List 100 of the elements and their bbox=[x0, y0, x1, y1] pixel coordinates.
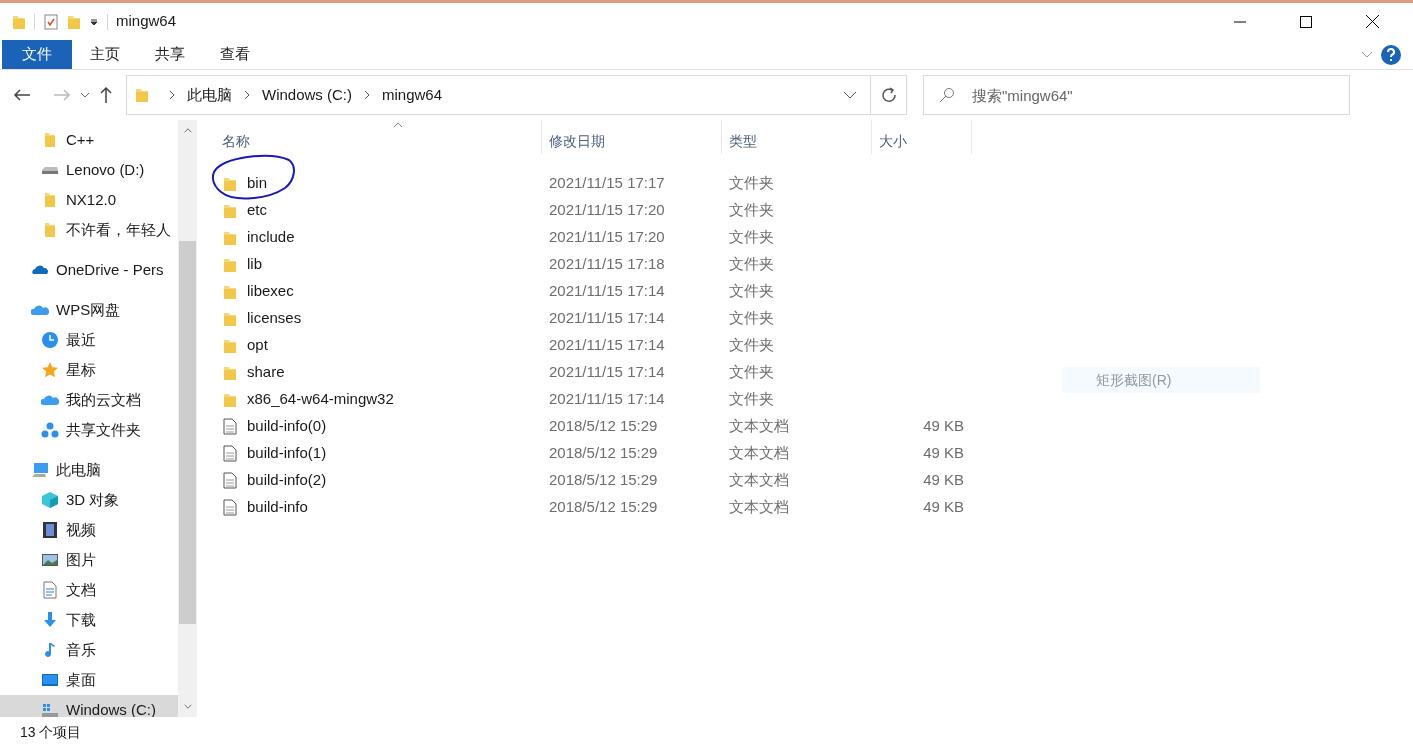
sidebar-item[interactable]: 音乐 bbox=[0, 635, 178, 665]
type-cell-text: 文件夹 bbox=[728, 173, 775, 194]
sidebar-item[interactable]: 文档 bbox=[0, 575, 178, 605]
file-name[interactable]: x86_64-w64-mingw32 bbox=[247, 388, 394, 411]
file-name[interactable]: share bbox=[247, 361, 285, 384]
file-name[interactable]: build-info(1) bbox=[247, 442, 327, 465]
folder-icon bbox=[135, 87, 149, 103]
file-name[interactable]: licenses bbox=[247, 307, 302, 330]
back-icon[interactable] bbox=[12, 87, 32, 103]
type-cell-text: 文件夹 bbox=[728, 362, 775, 383]
sidebar-item[interactable]: WPS网盘 bbox=[0, 295, 178, 325]
sidebar-item[interactable]: 不许看，年轻人 bbox=[0, 215, 178, 245]
type-cell-text: 文本文档 bbox=[728, 443, 790, 464]
clock-icon bbox=[41, 331, 59, 349]
type-cell-text: 文件夹 bbox=[728, 308, 775, 329]
folder-icon bbox=[223, 337, 237, 354]
sidebar-item[interactable]: 此电脑 bbox=[0, 455, 178, 485]
sidebar-item[interactable]: 图片 bbox=[0, 545, 178, 575]
breadcrumb-item[interactable]: Windows (C:) bbox=[262, 83, 352, 107]
properties-icon[interactable] bbox=[43, 13, 59, 30]
scroll-down-icon[interactable] bbox=[182, 704, 193, 709]
date-cell-text: 2021/11/15 17:14 bbox=[548, 389, 666, 410]
folder-icon bbox=[12, 13, 26, 30]
sidebar-item[interactable]: NX12.0 bbox=[0, 185, 178, 215]
date-cell-text: 2021/11/15 17:17 bbox=[548, 173, 666, 194]
sidebar-item[interactable]: Lenovo (D:) bbox=[0, 155, 178, 185]
sidebar-item[interactable]: 我的云文档 bbox=[0, 385, 178, 415]
computer-icon bbox=[31, 461, 49, 479]
date-cell-text: 2021/11/15 17:20 bbox=[548, 200, 666, 221]
file-name[interactable]: lib bbox=[247, 253, 262, 276]
ribbon-tab[interactable]: 文件 bbox=[2, 40, 72, 69]
chevron-right-icon[interactable] bbox=[169, 90, 175, 100]
ribbon-tab[interactable]: 共享 bbox=[137, 40, 202, 69]
folder-icon bbox=[223, 202, 237, 219]
minimize-icon bbox=[1234, 20, 1246, 23]
file-name[interactable]: libexec bbox=[247, 280, 294, 303]
sidebar-item[interactable]: 视频 bbox=[0, 515, 178, 545]
drive-icon bbox=[41, 166, 59, 174]
close-icon bbox=[1365, 15, 1379, 28]
sidebar-item[interactable]: 下载 bbox=[0, 605, 178, 635]
column-header[interactable]: 类型 bbox=[722, 120, 872, 154]
desktop-icon bbox=[41, 671, 59, 689]
file-name[interactable]: include bbox=[247, 226, 295, 249]
text-file-icon bbox=[223, 499, 237, 516]
type-cell-text: 文件夹 bbox=[728, 389, 775, 410]
breadcrumb-item[interactable]: 此电脑 bbox=[187, 83, 232, 107]
type-cell-text: 文件夹 bbox=[728, 281, 775, 302]
chevron-right-icon[interactable] bbox=[364, 90, 370, 100]
new-folder-icon bbox=[67, 13, 81, 30]
folder-icon bbox=[223, 364, 237, 381]
breadcrumb-item[interactable]: mingw64 bbox=[382, 83, 443, 107]
caret-icon[interactable] bbox=[89, 16, 99, 27]
sidebar-item[interactable]: C++ bbox=[0, 125, 178, 155]
folder-icon bbox=[223, 283, 237, 300]
file-name[interactable]: build-info(0) bbox=[247, 415, 327, 438]
type-cell-text: 文件夹 bbox=[728, 335, 775, 356]
sidebar-item[interactable]: 最近 bbox=[0, 325, 178, 355]
scrollbar[interactable] bbox=[178, 120, 197, 717]
folder-icon bbox=[223, 229, 237, 246]
chevron-down-icon[interactable] bbox=[80, 91, 90, 99]
folder-icon bbox=[223, 175, 237, 192]
column-header[interactable]: 大小 bbox=[872, 120, 972, 154]
image-icon bbox=[41, 551, 59, 569]
column-header[interactable]: 修改日期 bbox=[542, 120, 722, 154]
share-icon bbox=[41, 421, 59, 439]
date-cell-text: 2018/5/12 15:29 bbox=[548, 416, 659, 437]
chevron-down-icon[interactable] bbox=[843, 91, 857, 99]
cube-icon bbox=[41, 491, 59, 509]
film-icon bbox=[41, 521, 59, 539]
file-name[interactable]: opt bbox=[247, 334, 268, 357]
chevron-right-icon[interactable] bbox=[244, 90, 250, 100]
file-name[interactable]: bin bbox=[247, 172, 268, 195]
file-name[interactable]: etc bbox=[247, 199, 267, 222]
sidebar-item[interactable]: 共享文件夹 bbox=[0, 415, 178, 445]
status-text: 13 个项目 bbox=[20, 722, 82, 742]
sidebar-item[interactable]: 3D 对象 bbox=[0, 485, 178, 515]
file-name[interactable]: build-info bbox=[247, 496, 308, 519]
scroll-up-icon[interactable] bbox=[182, 128, 193, 133]
text-file-icon bbox=[223, 418, 237, 435]
date-cell-text: 2021/11/15 17:14 bbox=[548, 308, 666, 329]
ribbon-tab[interactable]: 查看 bbox=[202, 40, 267, 69]
sidebar-item[interactable]: OneDrive - Pers bbox=[0, 255, 178, 285]
sort-caret-icon bbox=[393, 122, 403, 128]
column-header[interactable]: 名称 bbox=[215, 120, 542, 154]
text-file-icon bbox=[223, 472, 237, 489]
date-cell-text: 2021/11/15 17:14 bbox=[548, 362, 666, 383]
type-cell-text: 文本文档 bbox=[728, 470, 790, 491]
type-cell-text: 文件夹 bbox=[728, 254, 775, 275]
document-icon bbox=[41, 581, 59, 599]
ribbon-tab[interactable]: 主页 bbox=[72, 40, 137, 69]
drive-icon bbox=[41, 701, 59, 717]
sidebar-item[interactable]: 星标 bbox=[0, 355, 178, 385]
sidebar-item[interactable]: Windows (C:) bbox=[0, 695, 178, 717]
help-icon[interactable] bbox=[1381, 44, 1401, 65]
sidebar-item[interactable]: 桌面 bbox=[0, 665, 178, 695]
search-field[interactable]: 搜索"mingw64" bbox=[923, 75, 1350, 115]
file-name[interactable]: build-info(2) bbox=[247, 469, 327, 492]
address-bar[interactable]: 此电脑 Windows (C:) mingw64 bbox=[126, 75, 907, 115]
refresh-icon[interactable] bbox=[880, 87, 897, 103]
up-arrow-icon[interactable] bbox=[98, 86, 114, 104]
